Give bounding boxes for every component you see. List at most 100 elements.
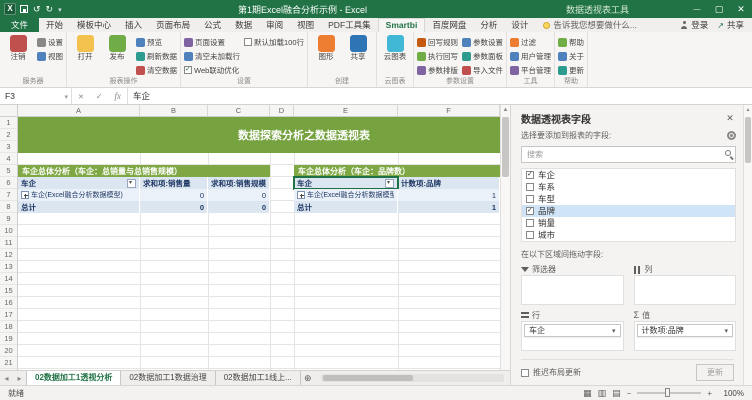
row-header[interactable]: 19 xyxy=(0,333,17,345)
cancel-entry-icon[interactable] xyxy=(78,91,84,101)
sheet-tab[interactable]: 02数据加工1线上... xyxy=(216,371,301,385)
field-checkbox[interactable] xyxy=(526,207,534,215)
ribbon-tab[interactable]: PDF工具集 xyxy=(321,18,378,32)
row-header[interactable]: 5 xyxy=(0,165,17,177)
ribbon-tab[interactable]: 模板中心 xyxy=(70,18,118,32)
formula-input[interactable]: 车企 xyxy=(128,88,752,104)
pivot-total-value-cell[interactable]: 0 xyxy=(140,201,208,213)
ribbon-tab[interactable]: 审阅 xyxy=(259,18,290,32)
page-break-view-icon[interactable] xyxy=(612,389,621,398)
row-header[interactable]: 15 xyxy=(0,285,17,297)
columns-area[interactable] xyxy=(634,275,737,305)
name-box[interactable]: F3 xyxy=(0,88,72,104)
ribbon-tab[interactable]: 开始 xyxy=(39,18,70,32)
column-header[interactable]: D xyxy=(270,105,294,116)
ribbon-small-button[interactable]: 平台管理 xyxy=(510,64,551,76)
row-header[interactable]: 2 xyxy=(0,129,17,141)
row-header[interactable]: 11 xyxy=(0,237,17,249)
normal-view-icon[interactable] xyxy=(583,389,592,398)
field-checkbox[interactable] xyxy=(526,231,534,239)
save-icon[interactable] xyxy=(20,5,28,13)
ribbon-small-button[interactable]: 更新 xyxy=(558,64,584,76)
ribbon-tab[interactable]: Smartbi xyxy=(378,18,426,32)
row-header[interactable]: 16 xyxy=(0,297,17,309)
zoom-out-icon[interactable] xyxy=(627,389,632,398)
chevron-down-icon[interactable] xyxy=(612,326,616,335)
share-button[interactable]: 共享 xyxy=(717,19,744,31)
field-checkbox[interactable] xyxy=(526,195,534,203)
pivot-value-cell[interactable]: 0 xyxy=(208,189,270,201)
pivot-header-cell[interactable]: 求和项:销售规模 xyxy=(208,177,270,189)
row-header[interactable]: 20 xyxy=(0,345,17,357)
field-list-item[interactable]: 车企 xyxy=(522,169,735,181)
ribbon-tab[interactable]: 视图 xyxy=(290,18,321,32)
expand-icon[interactable] xyxy=(21,191,29,199)
field-list-item[interactable]: 品牌 xyxy=(522,205,735,217)
ribbon-small-button[interactable]: 用户管理 xyxy=(510,50,551,62)
field-checkbox[interactable] xyxy=(526,183,534,191)
sheet-tab[interactable]: 02数据加工1数据治理 xyxy=(121,371,215,385)
ribbon-small-button[interactable]: 页面设置 xyxy=(184,36,240,48)
update-button[interactable]: 更新 xyxy=(696,364,734,381)
ribbon-small-button[interactable]: 视图 xyxy=(37,50,63,62)
tell-me-box[interactable]: 告诉我您想要做什么... xyxy=(535,18,645,32)
row-header[interactable]: 10 xyxy=(0,225,17,237)
pivot-header-cell-selected[interactable]: 车企 xyxy=(294,177,398,189)
column-header[interactable]: C xyxy=(208,105,270,116)
ribbon-tab[interactable]: 公式 xyxy=(197,18,228,32)
checkbox[interactable] xyxy=(184,66,192,74)
ribbon-small-button[interactable]: 导入文件 xyxy=(462,64,503,76)
ribbon-tab[interactable]: 设计 xyxy=(504,18,535,32)
expand-icon[interactable] xyxy=(297,191,305,199)
pivot-total-label-cell[interactable]: 总计 xyxy=(18,201,140,213)
field-list-item[interactable]: 城市 xyxy=(522,229,735,241)
pivot-value-cell[interactable]: 0 xyxy=(140,189,208,201)
sheet-nav-left-icon[interactable] xyxy=(0,371,13,385)
sheet-tab[interactable]: 02数据加工1透视分析 xyxy=(26,371,121,385)
insert-function-icon[interactable] xyxy=(115,91,122,101)
ribbon-tab[interactable]: 文件 xyxy=(0,18,39,32)
confirm-entry-icon[interactable] xyxy=(96,91,103,101)
ribbon-big-button[interactable]: 共享 xyxy=(343,33,373,61)
scroll-up-icon[interactable] xyxy=(501,105,510,115)
pivot-value-cell[interactable]: 1 xyxy=(398,189,500,201)
ribbon-big-button[interactable]: 发布 xyxy=(102,33,132,61)
ribbon-small-button[interactable]: 设置 xyxy=(37,36,63,48)
ribbon-small-button[interactable]: 默认加载100行 xyxy=(244,36,304,48)
ribbon-small-button[interactable]: 参数设置 xyxy=(462,36,503,48)
row-header[interactable]: 3 xyxy=(0,141,17,153)
field-pill[interactable]: 计数项:品牌 xyxy=(637,324,734,337)
row-header[interactable]: 13 xyxy=(0,261,17,273)
field-list-item[interactable]: 车系 xyxy=(522,181,735,193)
undo-icon[interactable] xyxy=(33,4,41,15)
ribbon-small-button[interactable]: 清空未加载行 xyxy=(184,50,240,62)
field-list-item[interactable]: 销量 xyxy=(522,217,735,229)
row-header[interactable]: 8 xyxy=(0,201,17,213)
row-header[interactable]: 21 xyxy=(0,357,17,369)
pivot-row-label-cell[interactable]: 车企(Excel融合分析数据模型) xyxy=(294,189,398,201)
filters-area[interactable] xyxy=(521,275,624,305)
field-checkbox[interactable] xyxy=(526,219,534,227)
chevron-down-icon[interactable] xyxy=(64,91,68,101)
filter-dropdown-icon[interactable] xyxy=(385,179,394,188)
ribbon-big-button[interactable]: 打开 xyxy=(70,33,100,61)
scrollbar-thumb[interactable] xyxy=(502,117,509,177)
rows-area[interactable]: 车企 xyxy=(521,321,624,351)
ribbon-small-button[interactable]: 帮助 xyxy=(558,36,584,48)
pivot-row-label-cell[interactable]: 车企(Excel融合分析数据模型) xyxy=(18,189,140,201)
row-header[interactable]: 14 xyxy=(0,273,17,285)
column-header[interactable]: A xyxy=(18,105,140,116)
row-header[interactable]: 7 xyxy=(0,189,17,201)
row-header[interactable]: 17 xyxy=(0,309,17,321)
pivot-header-cell[interactable]: 计数项:品牌 xyxy=(398,177,500,189)
field-list-item[interactable]: 车型 xyxy=(522,193,735,205)
cell-grid[interactable]: 数据探索分析之数据透视表 车企总体分析（车企：总销量与总销售规模） 车企总体分析… xyxy=(18,117,500,370)
pivot-total-value-cell[interactable]: 1 xyxy=(398,201,500,213)
column-header[interactable]: F xyxy=(398,105,500,116)
ribbon-small-button[interactable]: Web联动优化 xyxy=(184,64,240,76)
ribbon-small-button[interactable]: 回写规则 xyxy=(417,36,458,48)
ribbon-big-button[interactable]: 注销 xyxy=(3,33,33,61)
zoom-level[interactable]: 100% xyxy=(718,389,744,398)
row-header[interactable]: 18 xyxy=(0,321,17,333)
vertical-scrollbar[interactable] xyxy=(500,105,510,370)
